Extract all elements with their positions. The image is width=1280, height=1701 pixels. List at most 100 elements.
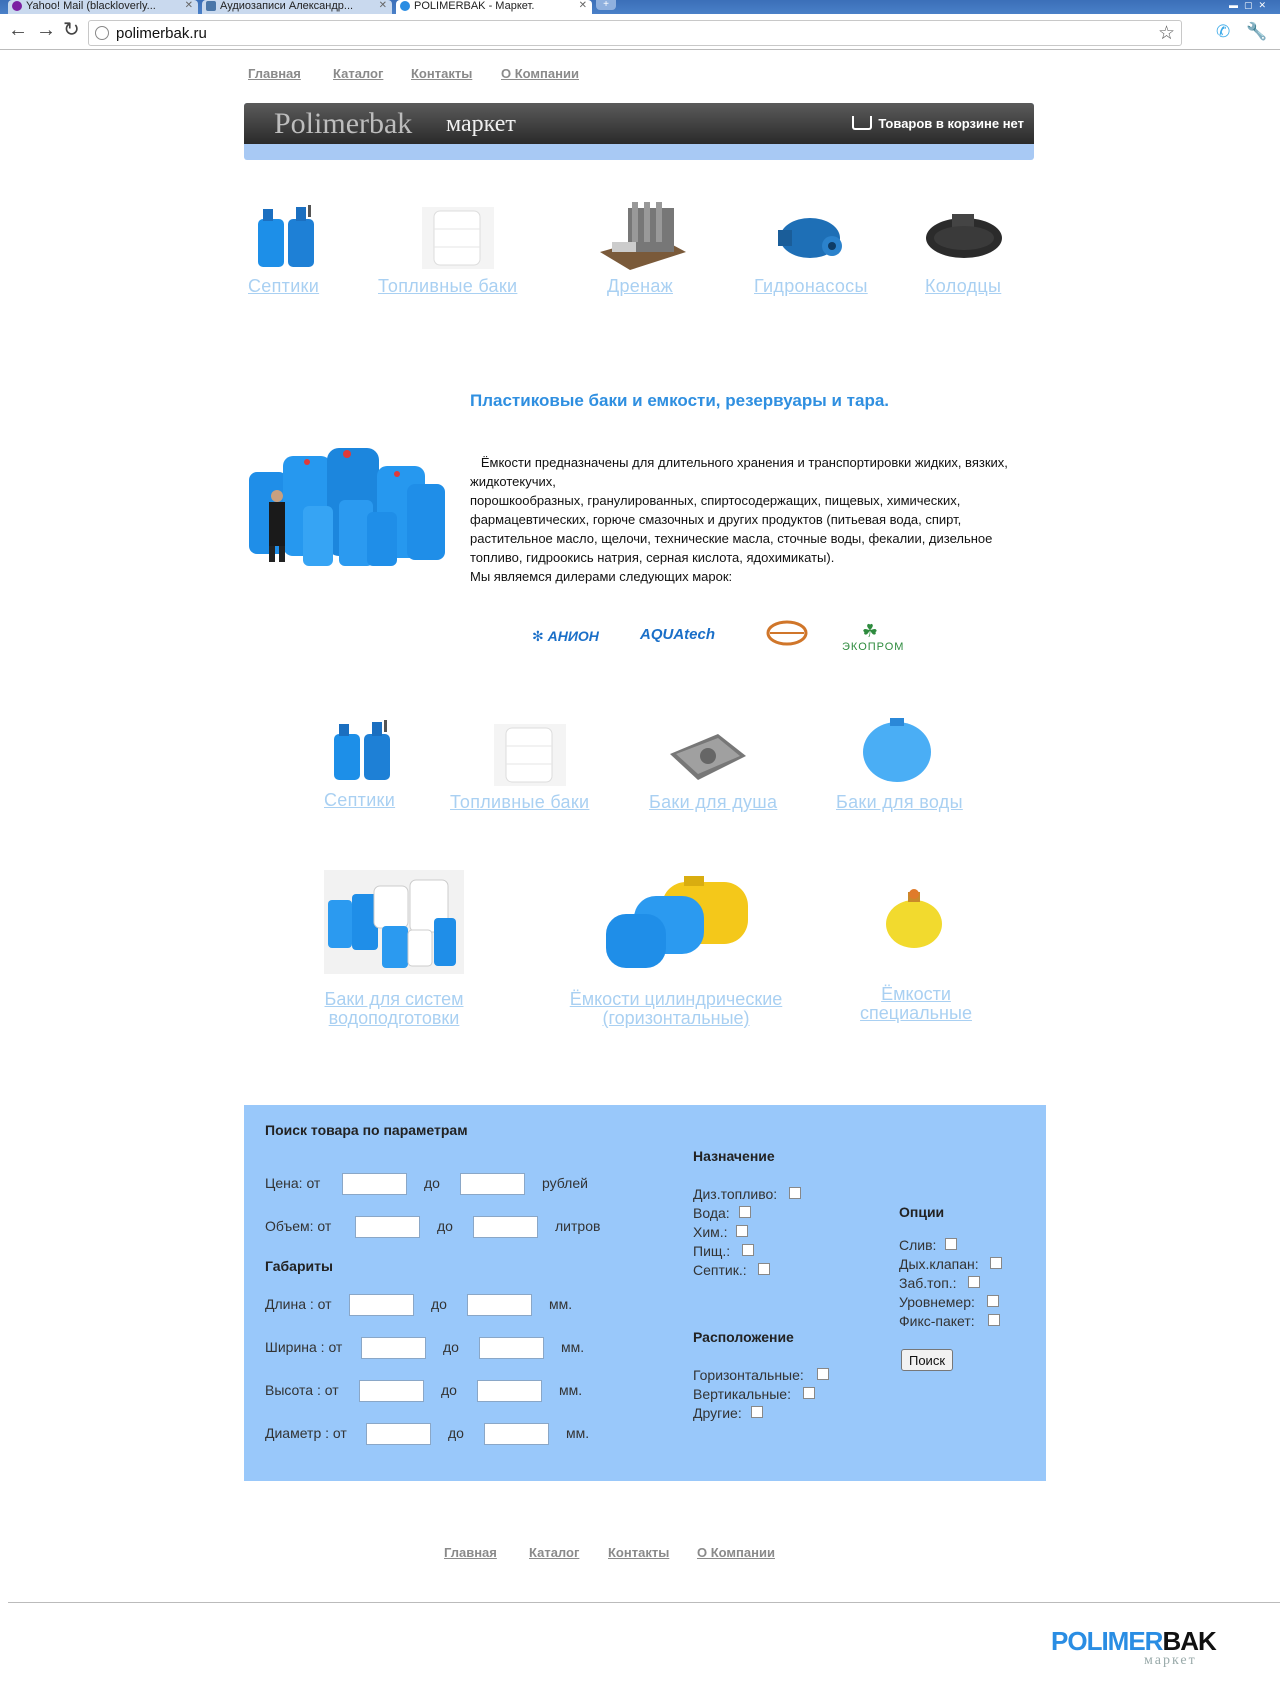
septic-product-image[interactable] — [330, 720, 396, 784]
hydraulic-pump-image[interactable] — [776, 208, 850, 268]
option-level-gauge-checkbox[interactable] — [987, 1295, 999, 1307]
width-from-input[interactable] — [361, 1337, 426, 1359]
product-link-special[interactable]: Ёмкости специальные — [852, 985, 980, 1023]
product-link-shower-tanks[interactable]: Баки для душа — [649, 792, 777, 813]
link-line: водоподготовки — [328, 1008, 460, 1028]
cart-text: Товаров в корзине нет — [878, 116, 1024, 131]
category-link-septic[interactable]: Септики — [248, 276, 319, 297]
new-tab-button[interactable]: + — [596, 0, 616, 10]
dealer-logo-aquatech[interactable]: AQUAtech — [640, 626, 715, 643]
cart-status[interactable]: Товаров в корзине нет — [852, 116, 1024, 131]
brand-name[interactable]: Polimerbak — [274, 107, 412, 141]
logo-part2: BAK — [1162, 1626, 1216, 1656]
diameter-from-input[interactable] — [366, 1423, 431, 1445]
category-link-pumps[interactable]: Гидронасосы — [754, 276, 868, 297]
nav-link-about[interactable]: О Компании — [501, 66, 579, 81]
browser-tab-polimerbak[interactable]: POLIMERBAK - Маркет. ✕ — [396, 0, 592, 14]
address-bar[interactable]: polimerbak.ru ☆ — [88, 20, 1182, 46]
wrench-settings-icon[interactable]: 🔧 — [1246, 22, 1267, 42]
product-link-water-tanks[interactable]: Баки для воды — [836, 792, 963, 813]
dimensions-title: Габариты — [265, 1258, 333, 1274]
dealer-logo-ecoprom[interactable]: ☘ ЭКОПРОМ — [842, 621, 903, 653]
category-link-drainage[interactable]: Дренаж — [607, 276, 673, 297]
special-tank-image[interactable] — [884, 888, 944, 952]
fuel-tank-image[interactable] — [420, 205, 496, 271]
height-to-input[interactable] — [477, 1380, 542, 1402]
width-to-label: до — [443, 1339, 459, 1355]
septic-tank-image[interactable] — [254, 205, 320, 271]
browser-tab-audio[interactable]: Аудиозаписи Александр... ✕ — [202, 0, 392, 14]
drainage-image[interactable] — [598, 196, 688, 272]
length-label: Длина : от — [265, 1296, 332, 1312]
water-tank-image[interactable] — [860, 718, 934, 784]
product-link-septic[interactable]: Септики — [324, 790, 395, 811]
tab-label: Yahoo! Mail (blackloverly... — [26, 0, 156, 12]
cylindrical-tanks-image[interactable] — [604, 876, 752, 972]
length-from-input[interactable] — [349, 1294, 414, 1316]
price-to-input[interactable] — [460, 1173, 525, 1195]
water-treatment-tanks-image[interactable] — [324, 870, 464, 974]
footer-link-about[interactable]: О Компании — [697, 1545, 775, 1560]
browser-tab-yahoo[interactable]: Yahoo! Mail (blackloverly... ✕ — [8, 0, 198, 14]
location-horizontal-checkbox[interactable] — [817, 1368, 829, 1380]
window-controls[interactable]: ▬▢✕ — [1229, 0, 1272, 11]
option-fuel-intake-checkbox[interactable] — [968, 1276, 980, 1288]
length-to-input[interactable] — [467, 1294, 532, 1316]
option-drain-checkbox[interactable] — [945, 1238, 957, 1250]
nav-link-contacts[interactable]: Контакты — [411, 66, 472, 81]
nav-link-catalog[interactable]: Каталог — [333, 66, 383, 81]
option-drain-label: Слив: — [899, 1237, 937, 1253]
location-other-checkbox[interactable] — [751, 1406, 763, 1418]
search-button[interactable]: Поиск — [901, 1349, 953, 1371]
dealer-logo-oval-emblem[interactable] — [766, 620, 808, 646]
width-unit: мм. — [561, 1339, 585, 1355]
category-link-wells[interactable]: Колодцы — [925, 276, 1001, 297]
volume-to-input[interactable] — [473, 1216, 538, 1238]
footer-link-home[interactable]: Главная — [444, 1545, 497, 1560]
well-image[interactable] — [924, 212, 1004, 264]
purpose-chem-checkbox[interactable] — [736, 1225, 748, 1237]
description-line: Мы являемся дилерами следующих марок: — [470, 569, 733, 584]
purpose-septic-checkbox[interactable] — [758, 1263, 770, 1275]
option-breather-checkbox[interactable] — [990, 1257, 1002, 1269]
nav-link-home[interactable]: Главная — [248, 66, 301, 81]
product-link-cylindrical[interactable]: Ёмкости цилиндрические (горизонтальные) — [560, 990, 792, 1028]
price-from-input[interactable] — [342, 1173, 407, 1195]
diameter-to-input[interactable] — [484, 1423, 549, 1445]
close-tab-icon[interactable]: ✕ — [379, 0, 387, 12]
back-arrow-icon[interactable]: ← — [8, 20, 28, 40]
location-other-label: Другие: — [693, 1405, 742, 1421]
shower-tank-image[interactable] — [668, 730, 748, 784]
volume-label: Объем: от — [265, 1218, 332, 1234]
width-to-input[interactable] — [479, 1337, 544, 1359]
close-tab-icon[interactable]: ✕ — [579, 0, 587, 12]
forward-arrow-icon[interactable]: → — [36, 20, 56, 40]
volume-unit: литров — [555, 1218, 601, 1234]
options-title: Опции — [899, 1204, 945, 1220]
purpose-food-checkbox[interactable] — [742, 1244, 754, 1256]
reload-icon[interactable]: ↻ — [63, 20, 80, 40]
product-link-water-treatment[interactable]: Баки для систем водоподготовки — [318, 990, 470, 1028]
dealer-logo-anion[interactable]: ✻ АНИОН — [532, 628, 599, 645]
option-fix-pack-checkbox[interactable] — [988, 1314, 1000, 1326]
cart-icon — [852, 116, 873, 130]
logo-part1: POLIMER — [1051, 1626, 1163, 1656]
height-from-input[interactable] — [359, 1380, 424, 1402]
bookmark-star-icon[interactable]: ☆ — [1158, 22, 1175, 45]
url-text: polimerbak.ru — [116, 25, 207, 42]
location-vertical-checkbox[interactable] — [803, 1387, 815, 1399]
category-link-fuel-tanks[interactable]: Топливные баки — [378, 276, 517, 297]
price-to-label: до — [424, 1175, 440, 1191]
site-header: Polimerbak маркет Товаров в корзине нет — [244, 103, 1034, 160]
purpose-water-checkbox[interactable] — [739, 1206, 751, 1218]
search-panel: Поиск товара по параметрам Цена: от до р… — [244, 1105, 1046, 1481]
close-tab-icon[interactable]: ✕ — [185, 0, 193, 12]
purpose-diesel-checkbox[interactable] — [789, 1187, 801, 1199]
browser-tab-bar: Yahoo! Mail (blackloverly... ✕ Аудиозапи… — [0, 0, 1280, 14]
skype-extension-icon[interactable]: ✆ — [1216, 22, 1230, 42]
fuel-tank-product-image[interactable] — [492, 722, 568, 788]
volume-from-input[interactable] — [355, 1216, 420, 1238]
footer-link-contacts[interactable]: Контакты — [608, 1545, 669, 1560]
footer-link-catalog[interactable]: Каталог — [529, 1545, 579, 1560]
product-link-fuel-tanks[interactable]: Топливные баки — [450, 792, 589, 813]
